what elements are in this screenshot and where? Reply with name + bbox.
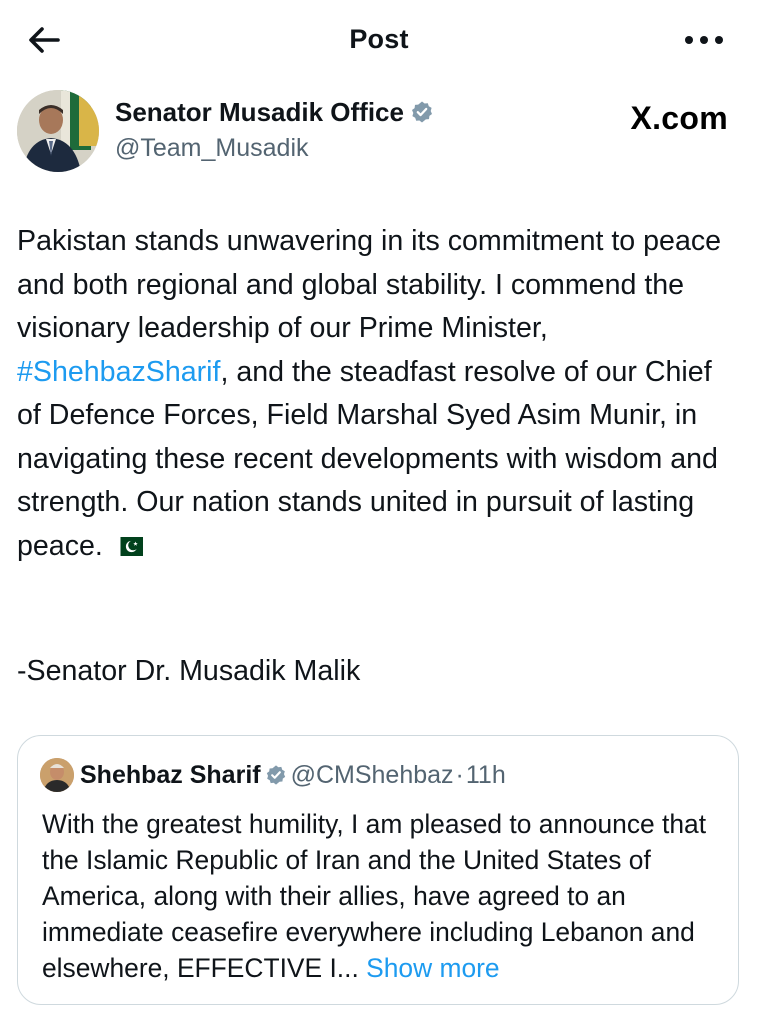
avatar-photo <box>17 90 99 172</box>
quoted-timestamp: 11h <box>465 760 506 789</box>
more-button[interactable] <box>682 30 726 50</box>
post-signature: -Senator Dr. Musadik Malik <box>17 655 361 687</box>
post-text: Pakistan stands unwavering in its commit… <box>17 220 739 568</box>
x-com-watermark: X.com <box>630 100 728 136</box>
show-more-link[interactable]: Show more <box>366 953 499 983</box>
quoted-author-name[interactable]: Shehbaz Sharif <box>80 761 261 789</box>
quoted-avatar[interactable] <box>40 758 74 792</box>
post-text-part-1: Pakistan stands unwavering in its commit… <box>17 225 722 344</box>
quoted-verified-badge-icon <box>266 765 285 785</box>
quoted-separator: · <box>455 760 464 789</box>
quoted-post-header: Shehbaz Sharif @CMShehbaz·11h <box>40 758 506 794</box>
author-name[interactable]: Senator Musadik Office <box>115 97 434 128</box>
more-horizontal-icon <box>685 36 723 44</box>
quoted-post-card[interactable]: Shehbaz Sharif @CMShehbaz·11h With the g… <box>17 735 739 1005</box>
author-name-text: Senator Musadik Office <box>115 97 404 127</box>
author-handle[interactable]: @Team_Musadik <box>115 134 309 163</box>
hashtag-link[interactable]: #ShehbazSharif <box>17 356 220 388</box>
page-title: Post <box>349 24 409 54</box>
pakistan-flag-icon <box>112 536 143 556</box>
top-bar: Post <box>0 0 758 80</box>
quoted-avatar-photo <box>40 758 74 792</box>
quoted-handle: @CMShehbaz <box>290 760 454 789</box>
quoted-post-text: With the greatest humility, I am pleased… <box>42 806 732 986</box>
avatar[interactable] <box>17 90 99 172</box>
verified-badge-icon <box>411 101 432 123</box>
